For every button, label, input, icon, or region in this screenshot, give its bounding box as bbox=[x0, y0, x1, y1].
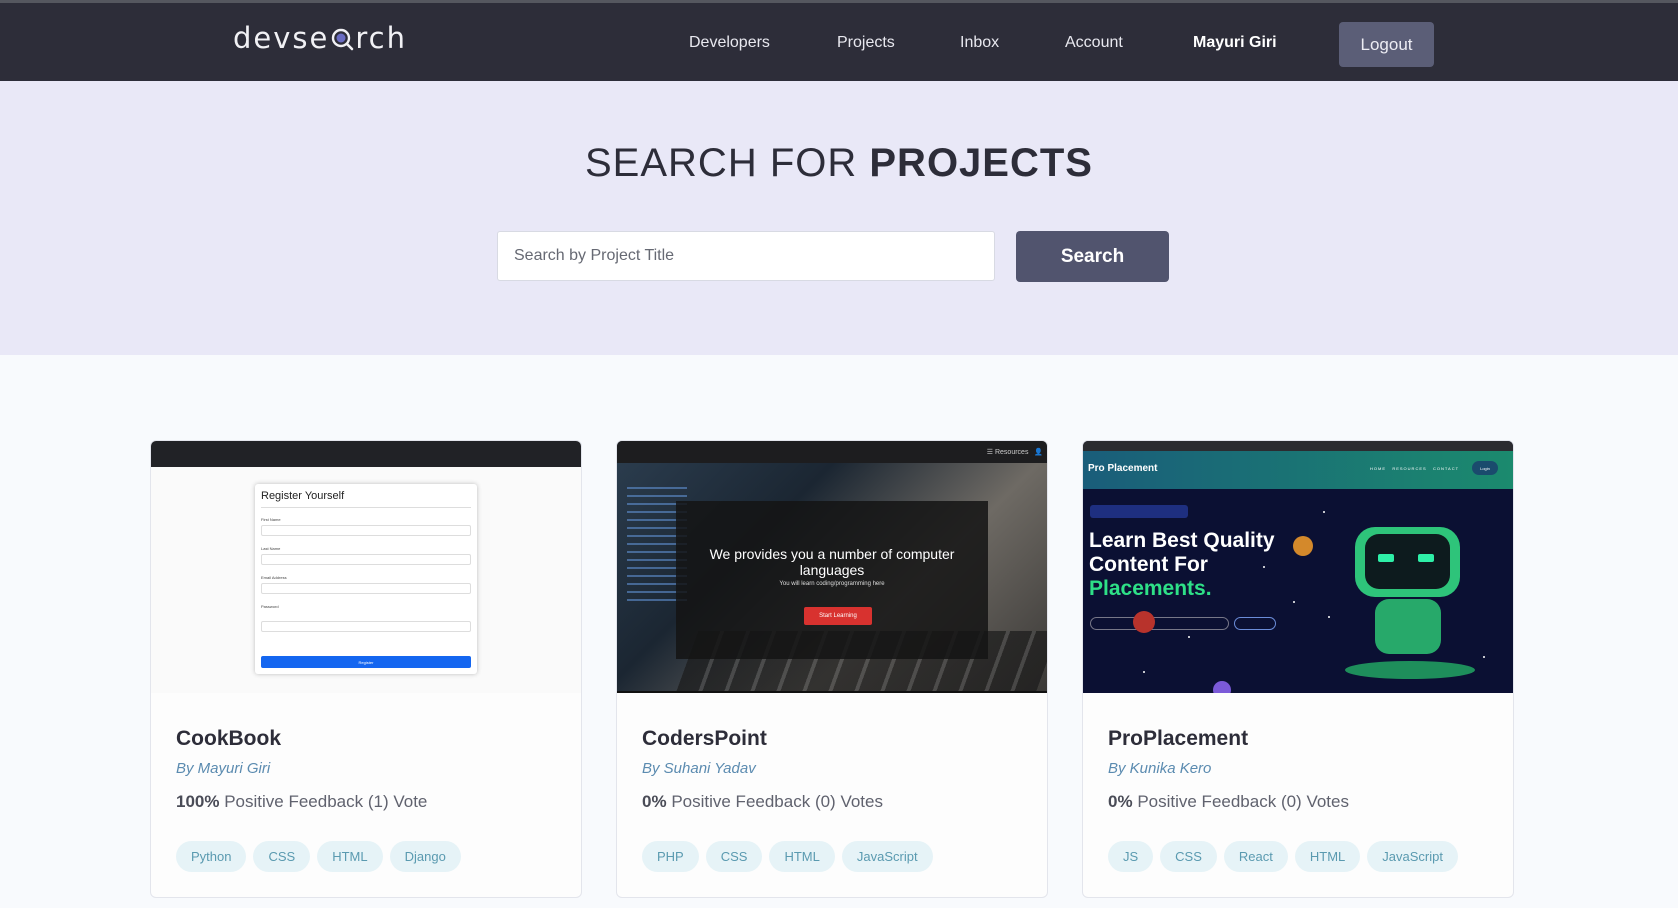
tag[interactable]: JS bbox=[1108, 841, 1154, 872]
project-thumbnail: Pro Placement HOME RESOURCES CONTACT Log… bbox=[1083, 441, 1513, 693]
project-card-proplacement[interactable]: Pro Placement HOME RESOURCES CONTACT Log… bbox=[1082, 440, 1514, 898]
tag[interactable]: Python bbox=[176, 841, 247, 872]
tag[interactable]: CSS bbox=[1160, 841, 1217, 872]
nav-inbox[interactable]: Inbox bbox=[960, 34, 999, 52]
search-input[interactable] bbox=[497, 231, 995, 281]
tag[interactable]: JavaScript bbox=[1367, 841, 1458, 872]
search-hero: SEARCH FOR PROJECTS Search bbox=[0, 81, 1678, 355]
title-bold: PROJECTS bbox=[869, 141, 1093, 185]
tag-list: Python CSS HTML Django bbox=[176, 841, 461, 872]
thumb-heading: Learn Best Quality Content For Placement… bbox=[1089, 529, 1275, 601]
title-light: SEARCH FOR bbox=[585, 141, 858, 185]
feedback-text: Positive Feedback (0) Votes bbox=[671, 792, 883, 811]
thumb-register-form: Register Yourself First Name Last Name E… bbox=[255, 484, 477, 674]
feedback-text: Positive Feedback (1) Vote bbox=[224, 792, 428, 811]
project-thumbnail: Register Yourself First Name Last Name E… bbox=[151, 441, 581, 693]
project-thumbnail: ☰ Resources 👤 We provides you a number o… bbox=[617, 441, 1047, 693]
project-author[interactable]: By Mayuri Giri bbox=[176, 760, 270, 777]
top-navbar: devse rch Developers Projects Inbox Accou… bbox=[0, 0, 1678, 81]
project-title[interactable]: CookBook bbox=[176, 727, 281, 751]
tag[interactable]: HTML bbox=[769, 841, 835, 872]
project-card-coderspoint[interactable]: ☰ Resources 👤 We provides you a number o… bbox=[616, 440, 1048, 898]
search-button[interactable]: Search bbox=[1016, 231, 1169, 282]
thumb-start-button: Start Learning bbox=[804, 607, 872, 625]
tag[interactable]: HTML bbox=[317, 841, 383, 872]
logout-button[interactable]: Logout bbox=[1339, 22, 1434, 67]
project-feedback: 0% Positive Feedback (0) Votes bbox=[1108, 792, 1349, 812]
tag[interactable]: CSS bbox=[705, 841, 763, 872]
thumb-navbar: ☰ Resources 👤 bbox=[617, 441, 1047, 463]
project-title[interactable]: CodersPoint bbox=[642, 727, 767, 751]
tag[interactable]: CSS bbox=[253, 841, 311, 872]
thumb-line3: Placements. bbox=[1089, 577, 1212, 600]
thumb-subtext: You will learn coding/programming here bbox=[779, 581, 885, 587]
tag[interactable]: HTML bbox=[1294, 841, 1361, 872]
thumb-register-button: Register bbox=[261, 656, 471, 668]
tag[interactable]: PHP bbox=[642, 841, 699, 872]
nav-account[interactable]: Account bbox=[1065, 34, 1123, 52]
tag[interactable]: React bbox=[1223, 841, 1288, 872]
project-feedback: 100% Positive Feedback (1) Vote bbox=[176, 792, 427, 812]
thumb-navbar bbox=[151, 441, 581, 467]
page-title: SEARCH FOR PROJECTS bbox=[0, 141, 1678, 186]
thumb-login-button: Login bbox=[1472, 461, 1498, 475]
feedback-percent: 100% bbox=[176, 792, 220, 811]
tag[interactable]: Django bbox=[389, 841, 461, 872]
project-card-cookbook[interactable]: Register Yourself First Name Last Name E… bbox=[150, 440, 582, 898]
tag[interactable]: JavaScript bbox=[841, 841, 933, 872]
nav-user-profile[interactable]: Mayuri Giri bbox=[1193, 34, 1277, 52]
thumb-hero-overlay: We provides you a number of computer lan… bbox=[676, 501, 988, 659]
project-author[interactable]: By Suhani Yadav bbox=[642, 760, 756, 777]
robot-illustration bbox=[1375, 599, 1441, 654]
project-title[interactable]: ProPlacement bbox=[1108, 727, 1248, 751]
thumb-form-title: Register Yourself bbox=[261, 490, 345, 502]
nav-developers[interactable]: Developers bbox=[689, 34, 770, 52]
nav-projects[interactable]: Projects bbox=[837, 34, 895, 52]
tag-list: JS CSS React HTML JavaScript bbox=[1108, 841, 1458, 872]
feedback-percent: 0% bbox=[1108, 792, 1133, 811]
thumb-line1: Learn Best Quality bbox=[1089, 529, 1275, 552]
tag-list: PHP CSS HTML JavaScript bbox=[642, 841, 933, 872]
devsearch-logo[interactable]: devse rch bbox=[233, 21, 407, 55]
thumb-heading: We provides you a number of computer lan… bbox=[709, 546, 955, 578]
magnifier-logo-icon bbox=[330, 24, 354, 51]
thumb-line2: Content For bbox=[1089, 553, 1208, 576]
feedback-percent: 0% bbox=[642, 792, 667, 811]
feedback-text: Positive Feedback (0) Votes bbox=[1137, 792, 1349, 811]
project-feedback: 0% Positive Feedback (0) Votes bbox=[642, 792, 883, 812]
thumb-brand: Pro Placement bbox=[1088, 463, 1158, 474]
project-author[interactable]: By Kunika Kero bbox=[1108, 760, 1211, 777]
